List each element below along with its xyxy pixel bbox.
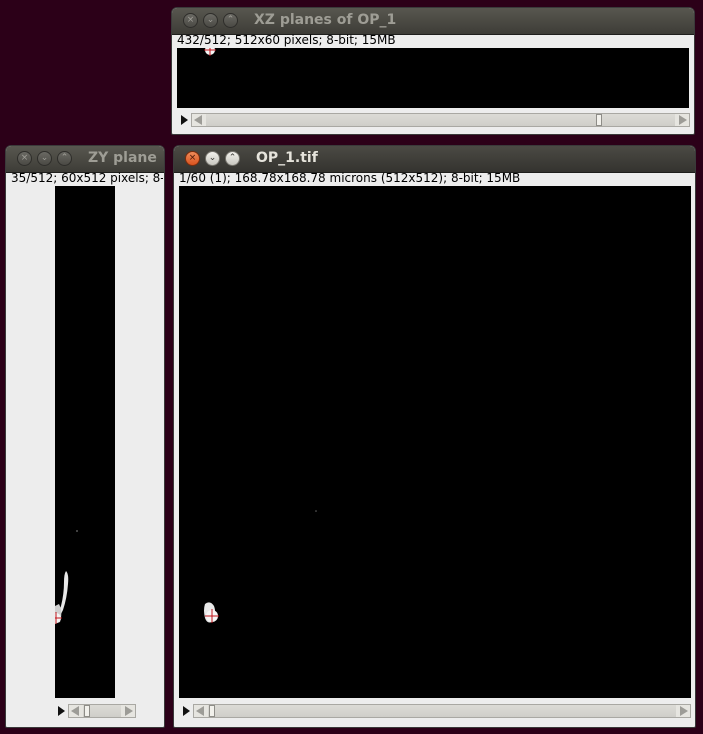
image-info: 432/512; 512x60 pixels; 8-bit; 15MB bbox=[177, 33, 396, 47]
minimize-icon[interactable]: ⌄ bbox=[37, 151, 52, 166]
zy-image-canvas[interactable] bbox=[55, 186, 115, 698]
zy-slice-scrollbar[interactable] bbox=[68, 704, 136, 718]
play-icon[interactable] bbox=[58, 706, 65, 716]
scroll-left-button[interactable] bbox=[69, 705, 83, 717]
window-title: ZY plane bbox=[88, 150, 157, 166]
play-icon[interactable] bbox=[183, 706, 190, 716]
close-icon[interactable]: × bbox=[183, 13, 198, 28]
minimize-icon[interactable]: ⌄ bbox=[203, 13, 218, 28]
zy-titlebar[interactable]: × ⌄ ⌃ ZY plane bbox=[6, 146, 164, 173]
xz-slice-scrollbar[interactable] bbox=[191, 113, 690, 127]
scroll-right-button[interactable] bbox=[675, 114, 689, 126]
main-titlebar[interactable]: × ⌄ ⌃ OP_1.tif bbox=[174, 146, 695, 173]
zy-image-content bbox=[55, 530, 78, 624]
crosshair-cursor-icon bbox=[204, 48, 216, 56]
scroll-left-button[interactable] bbox=[194, 705, 208, 717]
maximize-icon[interactable]: ⌃ bbox=[225, 151, 240, 166]
image-info: 35/512; 60x512 pixels; 8-bit; 15MB bbox=[11, 171, 163, 185]
maximize-icon[interactable]: ⌃ bbox=[57, 151, 72, 166]
scroll-left-button[interactable] bbox=[192, 114, 206, 126]
main-image-window: × ⌄ ⌃ OP_1.tif 1/60 (1); 168.78x168.78 m… bbox=[173, 145, 696, 728]
maximize-icon[interactable]: ⌃ bbox=[223, 13, 238, 28]
main-image-content bbox=[204, 510, 317, 623]
window-title: OP_1.tif bbox=[256, 150, 318, 166]
scroll-thumb[interactable] bbox=[84, 705, 90, 717]
scroll-thumb[interactable] bbox=[596, 114, 602, 126]
window-title: XZ planes of OP_1 bbox=[254, 12, 397, 28]
xz-window: × ⌄ ⌃ XZ planes of OP_1 432/512; 512x60 … bbox=[171, 7, 695, 135]
scroll-right-button[interactable] bbox=[121, 705, 135, 717]
main-image-canvas[interactable] bbox=[179, 186, 691, 698]
minimize-icon[interactable]: ⌄ bbox=[205, 151, 220, 166]
main-slice-scrollbar[interactable] bbox=[193, 704, 691, 718]
xz-image-canvas[interactable] bbox=[177, 48, 689, 108]
play-icon[interactable] bbox=[181, 115, 188, 125]
image-info: 1/60 (1); 168.78x168.78 microns (512x512… bbox=[179, 171, 521, 185]
close-icon[interactable]: × bbox=[17, 151, 32, 166]
scroll-right-button[interactable] bbox=[676, 705, 690, 717]
zy-window: × ⌄ ⌃ ZY plane 35/512; 60x512 pixels; 8-… bbox=[5, 145, 165, 728]
xz-titlebar[interactable]: × ⌄ ⌃ XZ planes of OP_1 bbox=[172, 8, 694, 35]
close-icon[interactable]: × bbox=[185, 151, 200, 166]
scroll-thumb[interactable] bbox=[209, 705, 215, 717]
